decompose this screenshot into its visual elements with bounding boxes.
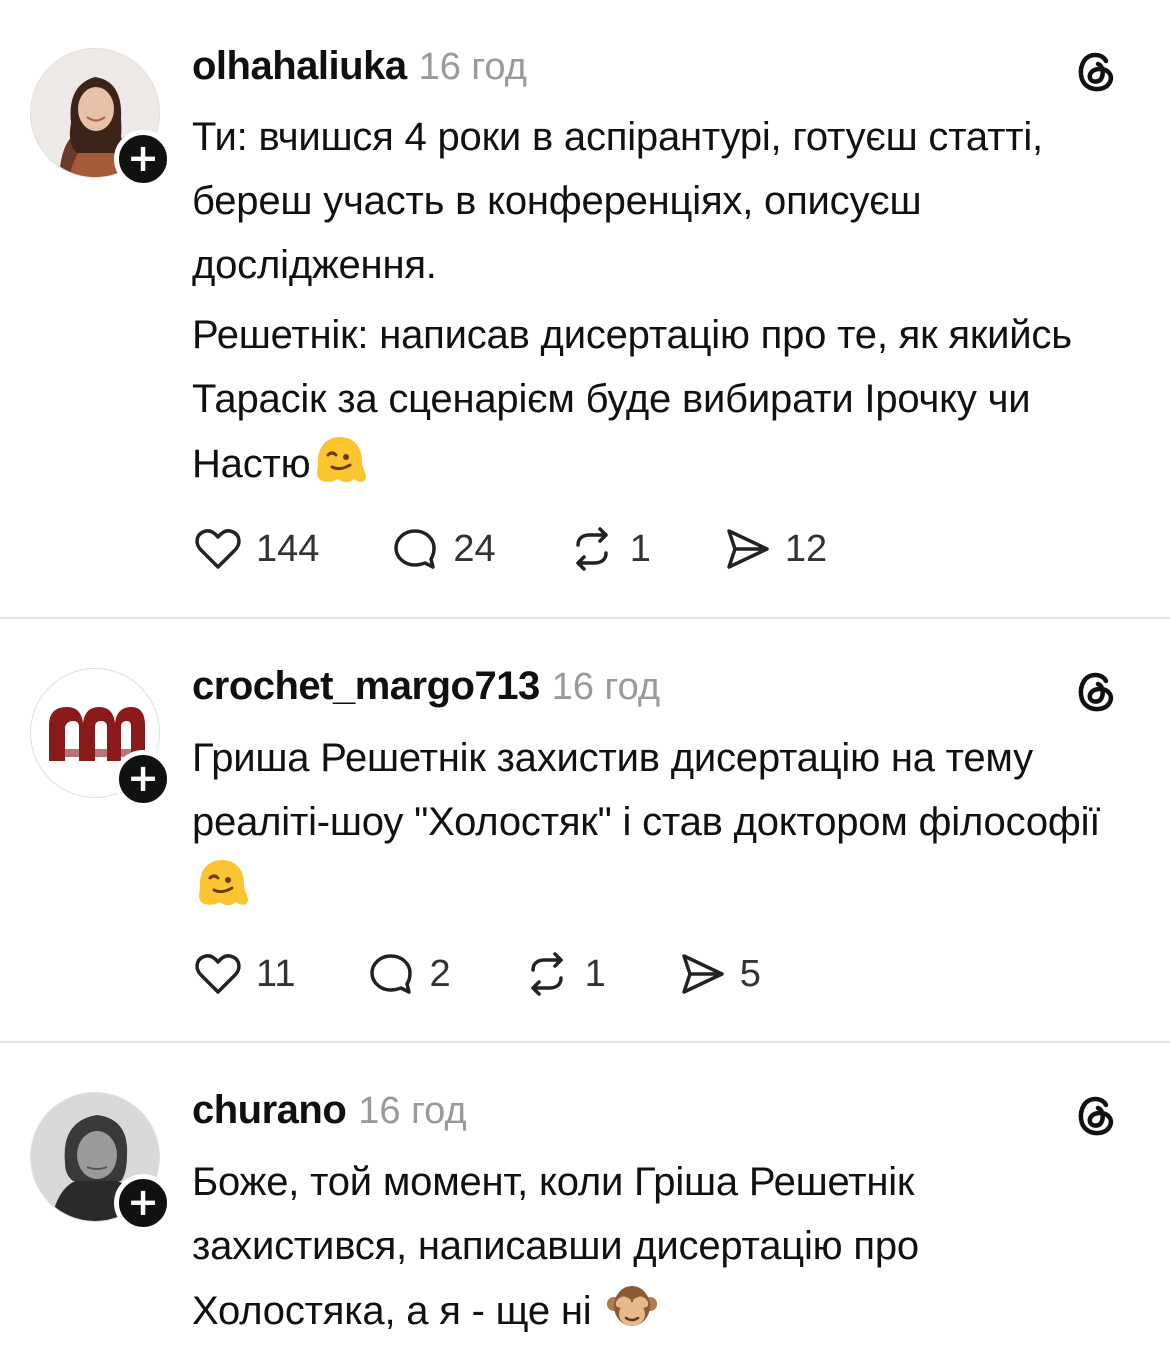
- username[interactable]: olhahaliuka: [192, 44, 407, 89]
- avatar[interactable]: +: [30, 48, 172, 188]
- heart-icon: [195, 954, 241, 994]
- username[interactable]: crochet_margo713: [192, 664, 540, 709]
- post-paragraph: Ти: вчишся 4 роки в аспірантурі, готуєш …: [192, 115, 1043, 287]
- threads-logo-icon[interactable]: [1070, 664, 1122, 716]
- follow-plus-button[interactable]: +: [114, 130, 172, 188]
- repost-icon: [530, 952, 563, 996]
- post-divider: [0, 1041, 1170, 1043]
- post-text: Гриша Решетнік захистив дисертацію на те…: [192, 726, 1122, 919]
- follow-plus-button[interactable]: +: [114, 1174, 172, 1232]
- post-text: Ти: вчишся 4 роки в аспірантурі, готуєш …: [192, 105, 1122, 496]
- reply-button[interactable]: 24: [389, 523, 496, 575]
- follow-plus-button[interactable]: +: [114, 750, 172, 808]
- username[interactable]: churano: [192, 1088, 347, 1133]
- threads-logo-icon[interactable]: [1070, 44, 1122, 96]
- post-actions: 11 2 1 5: [192, 946, 831, 1002]
- repost-icon: [575, 527, 608, 571]
- avatar[interactable]: +: [30, 1092, 172, 1232]
- like-count: 11: [256, 952, 296, 995]
- avatar[interactable]: +: [30, 668, 172, 808]
- melting-face-emoji-icon: [312, 431, 368, 487]
- send-icon: [727, 529, 769, 569]
- reply-count: 2: [429, 952, 451, 995]
- timestamp: 16 год: [418, 46, 527, 88]
- reply-count: 24: [453, 527, 496, 570]
- share-count: 12: [784, 527, 828, 570]
- share-count: 5: [739, 952, 761, 995]
- post-header: olhahaliuka 16 год: [192, 44, 527, 92]
- post-paragraph-text: Боже, той момент, коли Гріша Решетнік за…: [192, 1160, 919, 1333]
- post-paragraph-with-emoji: Боже, той момент, коли Гріша Решетнік за…: [192, 1150, 1122, 1343]
- post-header: churano 16 год: [192, 1088, 467, 1136]
- threads-logo-icon[interactable]: [1070, 1088, 1122, 1140]
- timestamp: 16 год: [551, 666, 661, 708]
- like-button[interactable]: 11: [192, 948, 295, 1000]
- post-divider: [0, 617, 1170, 619]
- repost-count: 1: [629, 527, 651, 570]
- repost-button[interactable]: 1: [521, 948, 606, 1000]
- share-button[interactable]: 12: [721, 523, 827, 575]
- post-header: crochet_margo713 16 год: [192, 664, 660, 712]
- like-button[interactable]: 144: [192, 523, 319, 575]
- see-no-evil-monkey-emoji-icon: [604, 1278, 660, 1334]
- share-button[interactable]: 5: [676, 948, 761, 1000]
- repost-count: 1: [584, 952, 606, 995]
- send-icon: [681, 954, 724, 994]
- repost-button[interactable]: 1: [566, 523, 651, 575]
- heart-icon: [195, 529, 241, 569]
- post-paragraph-with-emoji: Гриша Решетнік захистив дисертацію на те…: [192, 726, 1122, 919]
- reply-button[interactable]: 2: [365, 948, 451, 1000]
- timestamp: 16 год: [358, 1090, 467, 1132]
- comment-bubble-icon: [370, 954, 413, 994]
- post-paragraph-text: Гриша Решетнік захистив дисертацію на те…: [192, 736, 1101, 844]
- post-actions: 144 24 1 12: [192, 521, 897, 577]
- melting-face-emoji-icon: [194, 854, 250, 910]
- comment-bubble-icon: [394, 529, 437, 569]
- like-count: 144: [256, 527, 320, 570]
- post-text: Боже, той момент, коли Гріша Решетнік за…: [192, 1150, 1122, 1343]
- post-paragraph-with-emoji: Решетнік: написав дисертацію про те, як …: [192, 303, 1122, 496]
